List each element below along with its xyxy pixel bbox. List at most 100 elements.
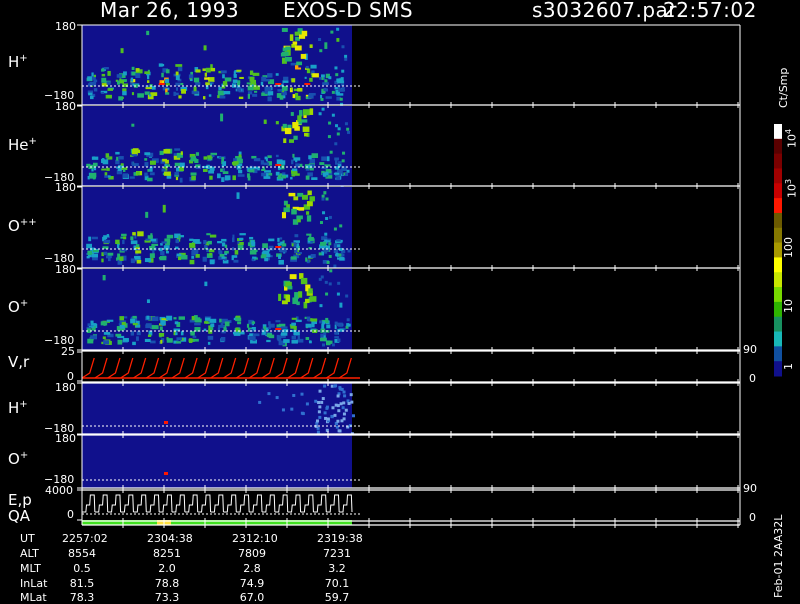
panel-label-e-p: E,p bbox=[8, 491, 32, 509]
heat-cell bbox=[266, 339, 271, 343]
heat-cell bbox=[264, 86, 272, 92]
heat-cell bbox=[222, 81, 228, 86]
heat-cell bbox=[119, 325, 125, 329]
spectrogram-stack bbox=[77, 24, 782, 528]
footer-value-alt-2: 7809 bbox=[238, 547, 266, 560]
colorbar-swatch bbox=[774, 272, 782, 288]
heat-cell bbox=[220, 70, 227, 74]
heat-cell bbox=[144, 162, 149, 167]
footer-value-alt-0: 8554 bbox=[68, 547, 96, 560]
heat-cell bbox=[284, 127, 292, 135]
heat-cell bbox=[130, 240, 138, 245]
heat-cell bbox=[342, 151, 346, 155]
heat-cell bbox=[219, 95, 226, 99]
heat-cell bbox=[336, 93, 344, 96]
heat-cell bbox=[237, 241, 240, 244]
heat-cell bbox=[278, 259, 284, 265]
heat-cell bbox=[318, 38, 322, 42]
heat-cell bbox=[322, 211, 326, 215]
heat-cell bbox=[221, 242, 226, 247]
heat-cell bbox=[321, 194, 325, 198]
heat-cell bbox=[325, 96, 332, 99]
heat-cell bbox=[346, 318, 350, 322]
ep-staircase bbox=[184, 494, 199, 513]
heat-cell bbox=[305, 402, 309, 406]
heat-cell bbox=[150, 92, 158, 96]
heat-cell bbox=[327, 135, 331, 139]
heat-cell bbox=[324, 280, 328, 284]
heat-cell bbox=[237, 321, 242, 325]
vr-sawtooth bbox=[81, 357, 95, 379]
heat-cell bbox=[295, 319, 302, 323]
heat-cell bbox=[336, 419, 340, 423]
heat-cell bbox=[131, 149, 138, 155]
ep-staircase bbox=[262, 494, 276, 513]
heat-cell bbox=[281, 212, 287, 219]
heat-cell bbox=[310, 318, 318, 322]
heat-cell bbox=[268, 238, 275, 242]
heat-cell bbox=[135, 73, 141, 79]
heat-cell bbox=[294, 234, 299, 238]
rtick-ep-top: 90 bbox=[743, 482, 757, 495]
heat-cell bbox=[268, 172, 273, 176]
heat-cell bbox=[130, 332, 133, 336]
heat-cell bbox=[91, 253, 99, 258]
heat-cell bbox=[300, 53, 307, 59]
heat-cell bbox=[278, 254, 282, 259]
panel-label-h-plus-2: H+ bbox=[8, 399, 28, 417]
heat-cell bbox=[86, 243, 93, 249]
vr-sawtooth bbox=[133, 357, 147, 379]
heat-cell bbox=[239, 76, 244, 79]
heat-cell bbox=[165, 78, 170, 83]
heat-cell bbox=[263, 78, 270, 82]
heat-cell bbox=[334, 142, 338, 146]
heat-cell bbox=[291, 171, 298, 175]
heat-cell bbox=[309, 44, 313, 48]
heat-cell bbox=[174, 321, 179, 325]
heat-cell bbox=[189, 259, 195, 265]
heat-cell bbox=[224, 77, 232, 82]
heat-cell bbox=[302, 109, 310, 116]
heat-cell bbox=[346, 127, 350, 131]
heat-cell bbox=[192, 239, 200, 242]
vr-sawtooth bbox=[197, 357, 211, 379]
heat-cell bbox=[122, 91, 127, 96]
heat-cell bbox=[159, 256, 167, 259]
heat-cell bbox=[145, 238, 150, 241]
heat-cell bbox=[328, 121, 332, 125]
heat-cell bbox=[267, 73, 273, 78]
heat-cell bbox=[325, 292, 329, 296]
heat-cell bbox=[103, 239, 111, 244]
heat-cell bbox=[150, 233, 153, 237]
heat-cell bbox=[222, 171, 229, 174]
heat-cell bbox=[294, 126, 300, 131]
panel-label-qa: QA bbox=[8, 507, 31, 525]
heat-cell bbox=[233, 259, 239, 263]
heat-cell bbox=[291, 159, 294, 165]
heat-cell bbox=[249, 70, 254, 75]
heat-cell bbox=[146, 80, 150, 83]
heat-cell bbox=[329, 150, 333, 154]
heat-cell bbox=[232, 247, 235, 251]
heat-cell bbox=[344, 57, 348, 61]
heat-cell bbox=[339, 224, 343, 228]
heat-cell bbox=[306, 201, 313, 207]
heat-cell bbox=[289, 34, 294, 41]
footer-col-mlt: MLT bbox=[20, 562, 41, 575]
heat-cell bbox=[332, 384, 336, 388]
heat-cell bbox=[87, 338, 94, 344]
heat-cell bbox=[310, 64, 317, 69]
vr-sawtooth bbox=[261, 357, 275, 379]
heat-cell bbox=[234, 250, 239, 255]
heat-cell bbox=[296, 61, 303, 66]
footer-value-alt-1: 8251 bbox=[153, 547, 181, 560]
heat-cell bbox=[325, 405, 329, 409]
heat-cell bbox=[294, 92, 299, 98]
heat-cell bbox=[283, 138, 287, 144]
colorbar-swatch bbox=[774, 242, 782, 258]
heat-cell bbox=[209, 175, 213, 180]
heat-cell bbox=[107, 88, 114, 91]
heat-cell bbox=[132, 315, 137, 319]
heat-cell bbox=[351, 414, 355, 418]
heat-cell bbox=[321, 156, 327, 161]
